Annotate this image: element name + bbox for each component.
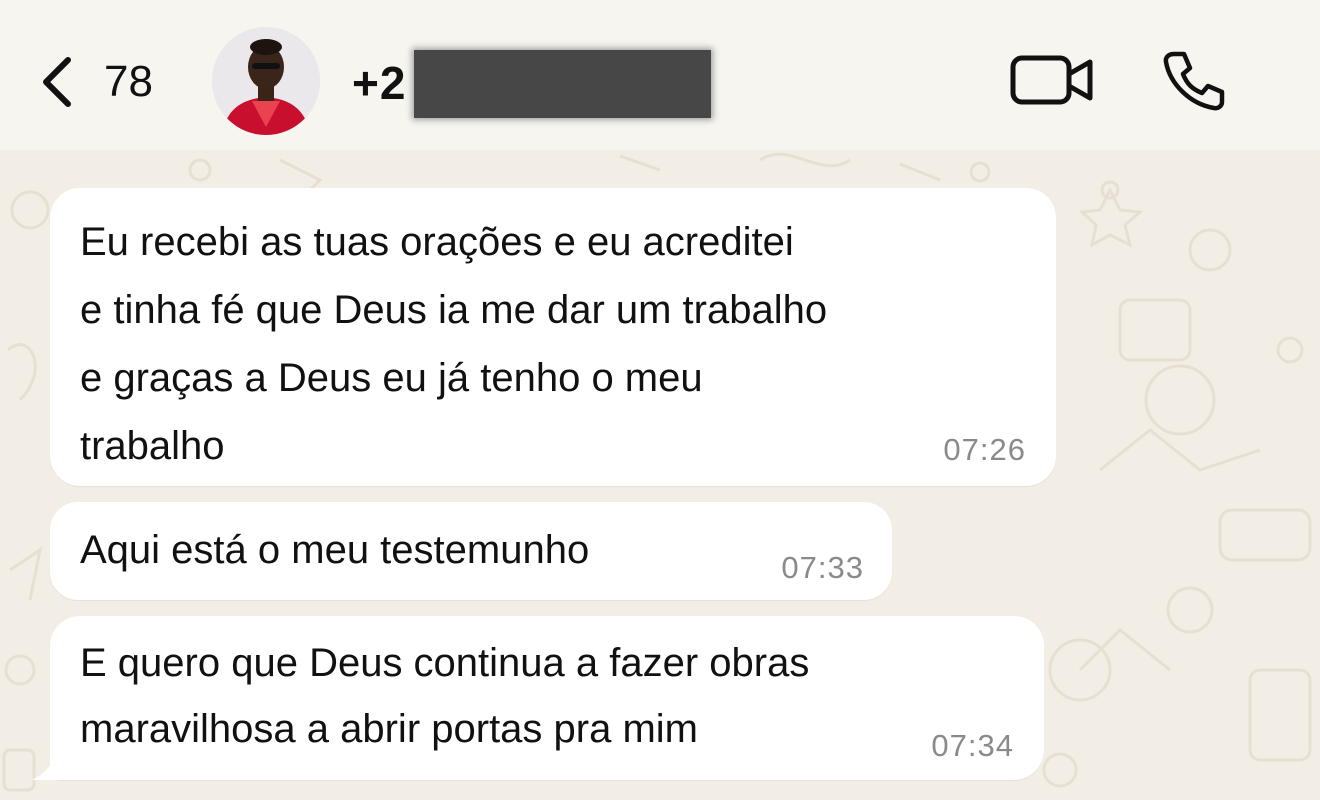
back-button[interactable]: 78 [36, 50, 166, 114]
redaction-box [414, 50, 711, 118]
message-time: 07:26 [943, 432, 1026, 467]
message-bubble[interactable]: E quero que Deus continua a fazer obras … [50, 616, 1044, 780]
message-time: 07:34 [931, 728, 1014, 763]
bubble-tail [32, 746, 64, 780]
avatar-photo [212, 27, 320, 135]
phone-icon [1163, 51, 1225, 111]
message-text: Aqui está o meu testemunho [80, 528, 590, 572]
message-text: Eu recebi as tuas orações e eu acreditei… [80, 220, 828, 468]
contact-number[interactable]: +2 [352, 56, 406, 110]
voice-call-button[interactable] [1160, 48, 1226, 112]
message-text: E quero que Deus continua a fazer obras … [80, 641, 810, 751]
avatar[interactable] [212, 27, 320, 135]
video-camera-icon [1010, 55, 1093, 105]
chevron-left-icon [43, 57, 71, 107]
chat-header: 78 +2 [0, 0, 1320, 150]
message-time: 07:33 [781, 550, 864, 585]
video-call-button[interactable] [1008, 52, 1096, 108]
message-bubble[interactable]: Aqui está o meu testemunho 07:33 [50, 502, 892, 600]
chat-area[interactable]: Eu recebi as tuas orações e eu acreditei… [0, 150, 1320, 800]
message-bubble[interactable]: Eu recebi as tuas orações e eu acreditei… [50, 188, 1056, 486]
unread-count: 78 [104, 57, 153, 106]
